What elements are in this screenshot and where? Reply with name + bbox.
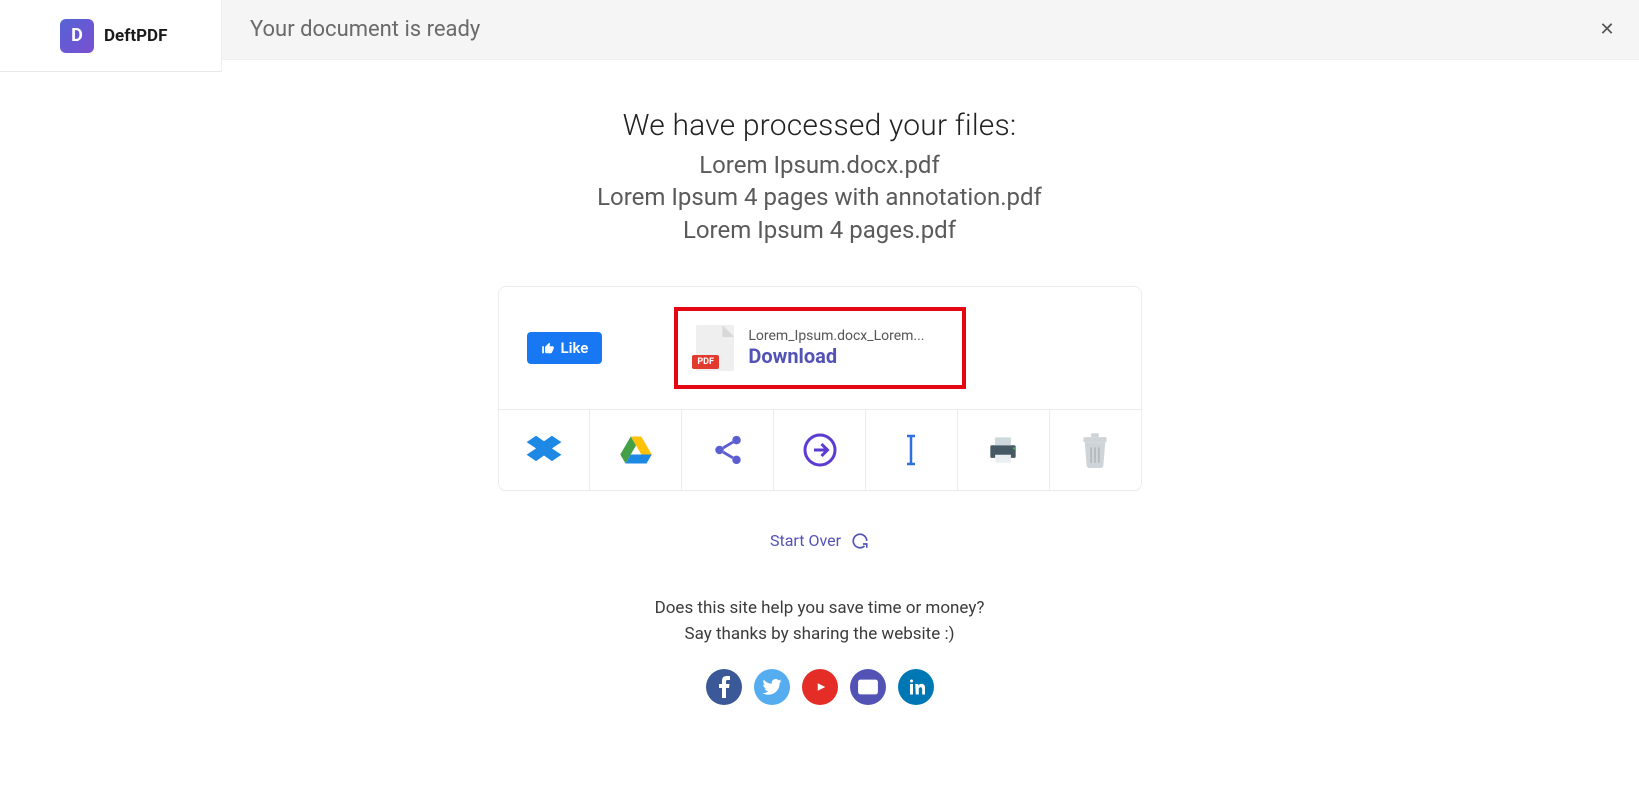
download-filename: Lorem_Ipsum.docx_Lorem... — [748, 328, 924, 344]
thanks-line: Does this site help you save time or mon… — [0, 596, 1639, 622]
like-button[interactable]: Like — [527, 332, 603, 364]
share-button[interactable] — [682, 410, 774, 490]
processed-heading: We have processed your files: — [0, 108, 1639, 143]
start-over-link[interactable]: Start Over — [770, 531, 869, 550]
start-over-label: Start Over — [770, 531, 841, 550]
twitter-icon — [762, 679, 782, 695]
share-email-button[interactable] — [850, 669, 886, 705]
arrow-circle-icon — [802, 432, 838, 468]
title-panel: Your document is ready ✕ — [222, 0, 1639, 59]
printer-icon — [984, 431, 1022, 469]
refresh-icon — [851, 532, 869, 550]
processed-file: Lorem Ipsum 4 pages with annotation.pdf — [0, 181, 1639, 213]
logo-badge: D — [60, 19, 94, 53]
thanks-line: Say thanks by sharing the website :) — [0, 622, 1639, 648]
export-button[interactable] — [774, 410, 866, 490]
dropbox-icon — [525, 431, 563, 469]
thanks-text: Does this site help you save time or mon… — [0, 596, 1639, 647]
save-dropbox-button[interactable] — [499, 410, 591, 490]
thumbs-up-icon — [541, 341, 555, 355]
download-box[interactable]: PDF Lorem_Ipsum.docx_Lorem... Download — [674, 307, 966, 389]
close-icon[interactable]: ✕ — [1593, 16, 1621, 44]
processed-file: Lorem Ipsum 4 pages.pdf — [0, 214, 1639, 246]
share-twitter-button[interactable] — [754, 669, 790, 705]
trash-icon — [1079, 432, 1111, 468]
share-linkedin-button[interactable] — [898, 669, 934, 705]
share-icon — [711, 433, 745, 467]
print-button[interactable] — [958, 410, 1050, 490]
download-label: Download — [748, 344, 924, 368]
linkedin-icon — [907, 678, 925, 696]
save-googledrive-button[interactable] — [590, 410, 682, 490]
delete-button[interactable] — [1050, 410, 1141, 490]
pdf-file-icon: PDF — [696, 325, 734, 371]
share-youtube-button[interactable] — [802, 669, 838, 705]
logo-panel[interactable]: D DeftPDF — [0, 0, 222, 72]
pdf-badge: PDF — [692, 355, 719, 369]
result-card: Like PDF Lorem_Ipsum.docx_Lorem... Downl… — [498, 286, 1142, 491]
email-icon — [858, 679, 878, 695]
share-facebook-button[interactable] — [706, 669, 742, 705]
google-drive-icon — [618, 432, 654, 468]
page-title: Your document is ready — [250, 17, 480, 42]
rename-button[interactable] — [866, 410, 958, 490]
facebook-icon — [718, 676, 730, 698]
youtube-icon — [811, 678, 829, 696]
text-cursor-icon — [897, 432, 925, 468]
logo-text: DeftPDF — [104, 26, 167, 46]
processed-file: Lorem Ipsum.docx.pdf — [0, 149, 1639, 181]
like-label: Like — [561, 339, 589, 357]
